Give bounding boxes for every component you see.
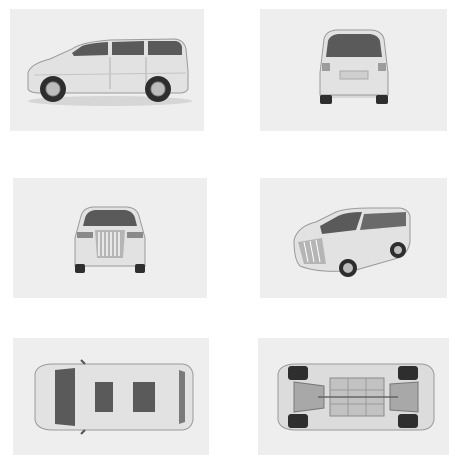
car-underbody-view-image: [277, 363, 435, 431]
car-front-view-image: [74, 206, 146, 273]
car-top-view-panel: [13, 338, 209, 455]
car-underbody-view-panel: [258, 338, 449, 455]
car-three-quarter-view-panel: [260, 178, 447, 298]
car-side-view-image: [27, 38, 192, 106]
car-front-view-panel: [13, 178, 207, 298]
car-top-view-image: [34, 359, 194, 435]
car-side-view-panel: [10, 9, 204, 131]
car-three-quarter-view-image: [293, 207, 411, 277]
car-rear-view-image: [319, 29, 389, 104]
car-rear-view-panel: [260, 9, 447, 131]
